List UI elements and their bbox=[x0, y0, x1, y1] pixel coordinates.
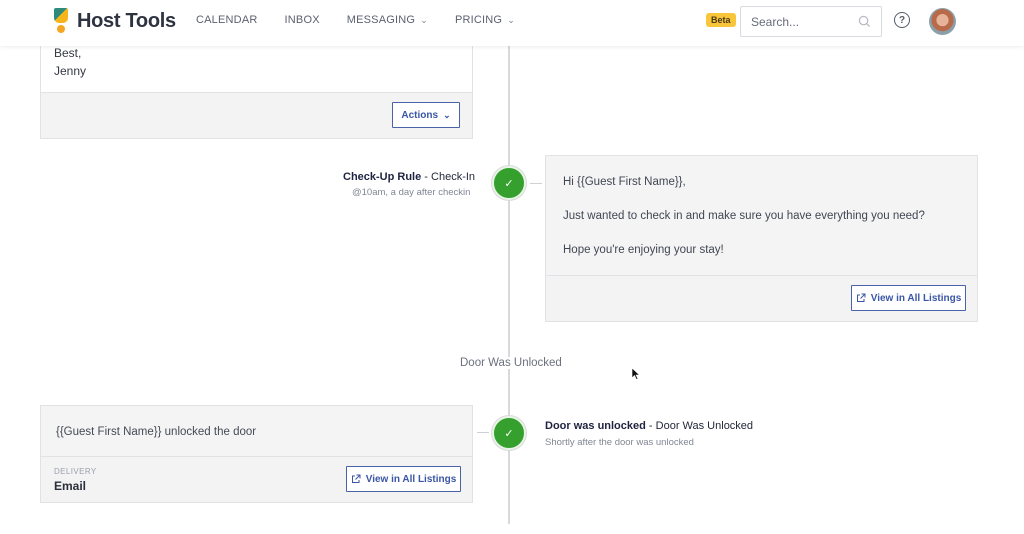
view-in-all-listings-button[interactable]: View in All Listings bbox=[851, 285, 966, 311]
rule-schedule: Shortly after the door was unlocked bbox=[545, 437, 694, 448]
previous-message-card: Best, Jenny Actions ⌄ bbox=[40, 40, 473, 139]
rule-schedule: @10am, a day after checkin bbox=[352, 187, 471, 198]
delivery-value: Email bbox=[54, 479, 87, 493]
button-label: View in All Listings bbox=[365, 473, 457, 485]
search-box[interactable] bbox=[740, 6, 882, 37]
external-link-icon bbox=[351, 474, 361, 483]
message-line: Hi {{Guest First Name}}, bbox=[563, 176, 686, 188]
host-tools-logo-icon bbox=[54, 8, 68, 34]
mouse-cursor-icon bbox=[631, 367, 641, 380]
message-line: Just wanted to check in and make sure yo… bbox=[563, 210, 925, 222]
checkup-message-card: Hi {{Guest First Name}}, Just wanted to … bbox=[545, 155, 978, 322]
message-line: Hope you're enjoying your stay! bbox=[563, 244, 724, 256]
timeline-line bbox=[508, 46, 510, 524]
separator: - bbox=[645, 420, 656, 432]
nav-messaging-label: MESSAGING bbox=[346, 14, 416, 26]
card-footer: View in All Listings bbox=[546, 275, 977, 321]
rule-trigger: Door Was Unlocked bbox=[655, 420, 754, 432]
door-message-card: {{Guest First Name}} unlocked the door D… bbox=[40, 405, 473, 503]
app-name: Host Tools bbox=[77, 9, 176, 32]
search-icon[interactable] bbox=[858, 15, 871, 28]
button-label: View in All Listings bbox=[870, 292, 962, 304]
help-icon[interactable]: ? bbox=[894, 12, 910, 28]
nav-pricing-label: PRICING bbox=[454, 14, 503, 26]
beta-badge: Beta bbox=[706, 13, 736, 27]
rule-title: Check-Up Rule bbox=[343, 171, 422, 183]
user-avatar[interactable] bbox=[929, 8, 956, 35]
chevron-down-icon: ⌄ bbox=[443, 109, 451, 120]
nav-inbox-label: INBOX bbox=[284, 14, 320, 26]
nav-calendar[interactable]: CALENDAR bbox=[196, 14, 258, 26]
main-nav: CALENDAR INBOX MESSAGING ⌄ PRICING ⌄ bbox=[196, 14, 542, 26]
chevron-down-icon: ⌄ bbox=[420, 14, 428, 25]
message-line: Jenny bbox=[54, 64, 87, 78]
actions-button[interactable]: Actions ⌄ bbox=[392, 102, 460, 128]
card-footer: DELIVERY Email View in All Listings bbox=[41, 456, 472, 502]
connector bbox=[530, 183, 542, 184]
top-navigation-bar: Host Tools CALENDAR INBOX MESSAGING ⌄ PRI… bbox=[0, 0, 1024, 46]
nav-inbox[interactable]: INBOX bbox=[285, 14, 320, 26]
view-in-all-listings-button[interactable]: View in All Listings bbox=[346, 466, 461, 492]
status-node: ✓ bbox=[492, 416, 526, 450]
check-icon: ✓ bbox=[504, 177, 514, 190]
rule-trigger: Check-In bbox=[431, 171, 476, 183]
connector bbox=[477, 432, 489, 433]
delivery-label: DELIVERY bbox=[54, 467, 97, 476]
nav-messaging[interactable]: MESSAGING ⌄ bbox=[347, 14, 428, 26]
message-body: {{Guest First Name}} unlocked the door bbox=[56, 426, 257, 438]
chevron-down-icon: ⌄ bbox=[507, 14, 515, 25]
nav-calendar-label: CALENDAR bbox=[196, 14, 258, 26]
message-body: Best, Jenny bbox=[54, 44, 86, 80]
checkup-rule-label: Check-Up Rule - Check-In bbox=[343, 171, 475, 183]
search-input[interactable] bbox=[751, 14, 851, 29]
separator: - bbox=[421, 171, 432, 183]
rule-title: Door was unlocked bbox=[545, 420, 646, 432]
card-footer: Actions ⌄ bbox=[41, 92, 472, 138]
message-line: Best, bbox=[54, 46, 82, 60]
actions-label: Actions bbox=[401, 109, 439, 121]
check-icon: ✓ bbox=[504, 427, 514, 440]
door-rule-label: Door was unlocked - Door Was Unlocked bbox=[545, 420, 753, 432]
status-node: ✓ bbox=[492, 166, 526, 200]
logo[interactable]: Host Tools bbox=[54, 8, 176, 34]
nav-pricing[interactable]: PRICING ⌄ bbox=[455, 14, 515, 26]
section-label: Door Was Unlocked bbox=[459, 357, 563, 369]
external-link-icon bbox=[856, 293, 866, 302]
